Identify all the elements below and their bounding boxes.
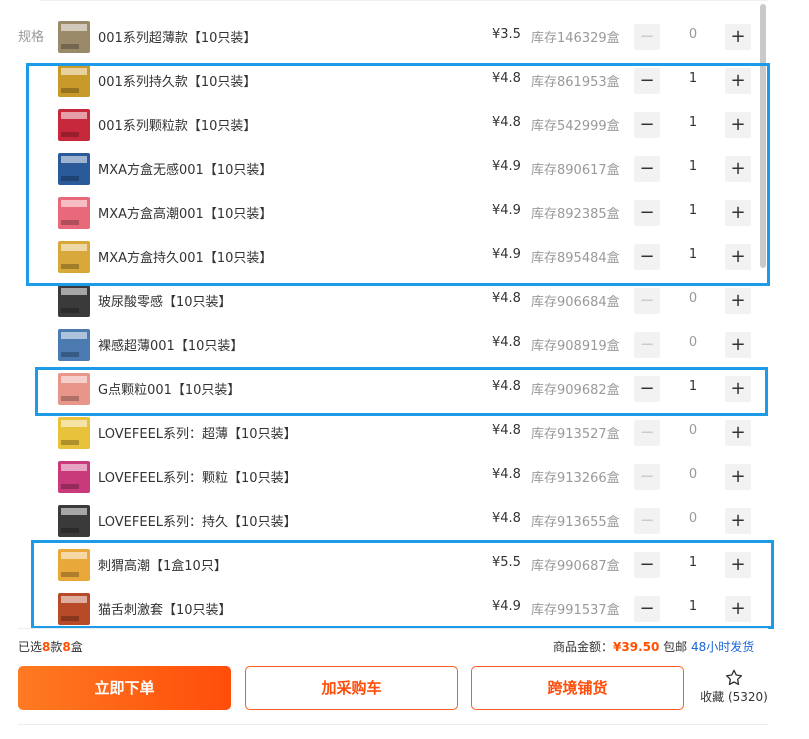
quantity-value[interactable]: 0 xyxy=(673,335,713,350)
variant-row: LOVEFEEL系列：持久【10只装】 ¥4.8 库存913655盒 −0 + xyxy=(40,499,768,543)
cross-border-distribute-button[interactable]: 跨境铺货 xyxy=(471,666,684,710)
decrease-quantity-button[interactable]: − xyxy=(634,420,660,446)
variant-price: ¥3.5 xyxy=(492,27,521,42)
selected-summary: 已选8款8盒 xyxy=(18,638,83,655)
favorite-count: 收藏 (5320) xyxy=(700,690,768,704)
variant-stock: 库存906684盒 xyxy=(531,295,620,310)
product-thumbnail[interactable] xyxy=(58,329,90,361)
quantity-value[interactable]: 0 xyxy=(673,27,713,42)
product-thumbnail[interactable] xyxy=(58,21,90,53)
variant-name: 玻尿酸零感【10只装】 xyxy=(98,295,232,310)
variant-row: LOVEFEEL系列：颗粒【10只装】 ¥4.8 库存913266盒 −0 + xyxy=(40,455,768,499)
variant-name: LOVEFEEL系列：超薄【10只装】 xyxy=(98,427,297,442)
variant-stock: 库存913266盒 xyxy=(531,471,620,486)
divider xyxy=(18,724,768,725)
variant-stock: 库存146329盒 xyxy=(531,31,620,46)
increase-quantity-button[interactable]: + xyxy=(725,420,751,446)
summary-prefix: 已选 xyxy=(18,640,43,654)
decrease-quantity-button[interactable]: − xyxy=(634,508,660,534)
selection-highlight-box xyxy=(35,367,768,416)
quantity-value[interactable]: 0 xyxy=(673,291,713,306)
increase-quantity-button[interactable]: + xyxy=(725,464,751,490)
variant-price: ¥4.8 xyxy=(492,467,521,482)
variant-price: ¥4.8 xyxy=(492,335,521,350)
product-thumbnail[interactable] xyxy=(58,417,90,449)
selection-highlight-box xyxy=(31,540,774,629)
variant-row: LOVEFEEL系列：超薄【10只装】 ¥4.8 库存913527盒 −0 + xyxy=(40,411,768,455)
variant-stock: 库存913655盒 xyxy=(531,515,620,530)
summary-kinds-unit: 款 xyxy=(50,640,63,654)
increase-quantity-button[interactable]: + xyxy=(725,288,751,314)
delivery-link[interactable]: 48小时发货 xyxy=(691,640,754,654)
variant-name: 001系列超薄款【10只装】 xyxy=(98,31,257,46)
add-to-cart-button[interactable]: 加采购车 xyxy=(245,666,458,710)
variant-price: ¥4.8 xyxy=(492,291,521,306)
variant-row: 裸感超薄001【10只装】 ¥4.8 库存908919盒 −0 + xyxy=(40,323,768,367)
amount-summary: 商品金额：¥39.50 包邮 48小时发货 xyxy=(553,638,754,655)
product-thumbnail[interactable] xyxy=(58,505,90,537)
summary-boxes: 8 xyxy=(62,640,71,654)
variant-name: LOVEFEEL系列：持久【10只装】 xyxy=(98,515,297,530)
decrease-quantity-button[interactable]: − xyxy=(634,332,660,358)
decrease-quantity-button[interactable]: − xyxy=(634,24,660,50)
increase-quantity-button[interactable]: + xyxy=(725,24,751,50)
star-icon xyxy=(726,669,742,686)
quantity-value[interactable]: 0 xyxy=(673,467,713,482)
amount-label: 商品金额： xyxy=(553,640,614,654)
order-now-button[interactable]: 立即下单 xyxy=(18,666,231,710)
variant-price: ¥4.8 xyxy=(492,423,521,438)
increase-quantity-button[interactable]: + xyxy=(725,332,751,358)
variant-stock: 库存913527盒 xyxy=(531,427,620,442)
variant-price: ¥4.8 xyxy=(492,511,521,526)
decrease-quantity-button[interactable]: − xyxy=(634,464,660,490)
variant-name: 裸感超薄001【10只装】 xyxy=(98,339,244,354)
quantity-value[interactable]: 0 xyxy=(673,423,713,438)
product-thumbnail[interactable] xyxy=(58,461,90,493)
variant-name: LOVEFEEL系列：颗粒【10只装】 xyxy=(98,471,297,486)
variant-stock: 库存908919盒 xyxy=(531,339,620,354)
amount-value: ¥39.50 xyxy=(613,640,660,654)
quantity-value[interactable]: 0 xyxy=(673,511,713,526)
favorite-button[interactable]: 收藏 (5320) xyxy=(696,666,772,705)
divider xyxy=(18,628,768,629)
variant-row: 001系列超薄款【10只装】 ¥3.5 库存146329盒 −0 + xyxy=(40,15,768,59)
product-thumbnail[interactable] xyxy=(58,285,90,317)
decrease-quantity-button[interactable]: − xyxy=(634,288,660,314)
selection-highlight-box xyxy=(26,63,770,286)
increase-quantity-button[interactable]: + xyxy=(725,508,751,534)
summary-boxes-unit: 盒 xyxy=(70,640,83,654)
shipping-label: 包邮 xyxy=(663,640,688,654)
